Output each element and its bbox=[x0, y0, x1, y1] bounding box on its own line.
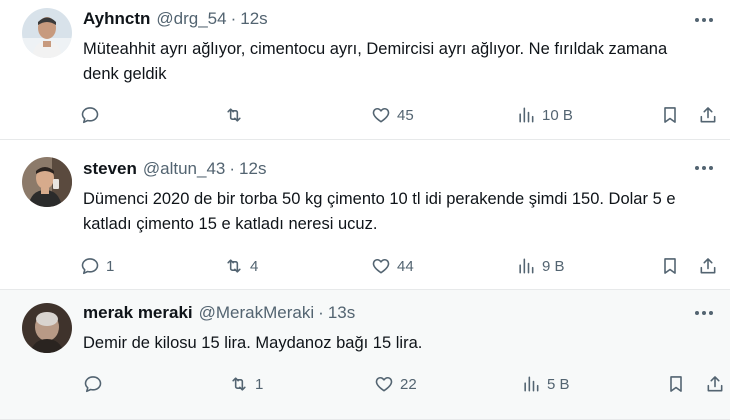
tweet[interactable]: merak meraki @MerakMeraki · 13s Demir de… bbox=[0, 290, 730, 420]
bookmark-button[interactable] bbox=[660, 102, 680, 128]
reply-button[interactable]: 1 bbox=[80, 253, 114, 279]
retweet-button[interactable] bbox=[224, 102, 250, 128]
more-horizontal-icon[interactable] bbox=[692, 303, 716, 323]
views-count: 5 B bbox=[547, 375, 570, 393]
views-count: 9 B bbox=[542, 257, 565, 275]
author-name[interactable]: steven bbox=[83, 159, 137, 179]
share-button[interactable] bbox=[698, 102, 718, 128]
share-button[interactable] bbox=[698, 253, 718, 279]
tweet-feed: Ayhnctn @drg_54 · 12s Müteahhit ayrı ağl… bbox=[0, 0, 730, 420]
more-horizontal-icon[interactable] bbox=[692, 10, 716, 30]
separator-dot: · bbox=[230, 9, 237, 28]
reply-button[interactable] bbox=[80, 102, 106, 128]
share-button[interactable] bbox=[705, 371, 725, 397]
tweet[interactable]: steven @altun_43 · 12s Dümenci 2020 de b… bbox=[0, 140, 730, 290]
views-chart-icon bbox=[524, 376, 539, 392]
avatar[interactable] bbox=[22, 303, 72, 353]
author-handle[interactable]: @drg_54 bbox=[156, 9, 226, 29]
bookmark-button[interactable] bbox=[660, 253, 680, 279]
timestamp[interactable]: 13s bbox=[328, 303, 355, 323]
retweet-button[interactable]: 1 bbox=[229, 371, 263, 397]
views-button[interactable]: 9 B bbox=[516, 253, 565, 279]
heart-icon bbox=[372, 258, 390, 274]
retweet-count: 4 bbox=[250, 257, 259, 275]
views-button[interactable]: 10 B bbox=[516, 102, 573, 128]
avatar[interactable] bbox=[22, 8, 72, 58]
more-horizontal-icon[interactable] bbox=[692, 158, 716, 178]
share-icon bbox=[700, 107, 716, 123]
views-button[interactable]: 5 B bbox=[521, 371, 570, 397]
avatar[interactable] bbox=[22, 157, 72, 207]
like-count: 22 bbox=[400, 375, 417, 393]
views-chart-icon bbox=[519, 258, 534, 274]
reply-count: 1 bbox=[106, 257, 115, 275]
tweet-header: merak meraki @MerakMeraki · 13s bbox=[83, 301, 355, 325]
retweet-icon bbox=[232, 377, 246, 391]
heart-icon bbox=[375, 376, 393, 392]
author-handle[interactable]: @altun_43 bbox=[143, 159, 226, 179]
action-bar: 1 22 5 B bbox=[0, 371, 730, 397]
like-count: 44 bbox=[397, 257, 414, 275]
reply-button[interactable] bbox=[83, 371, 109, 397]
tweet-text: Dümenci 2020 de bir torba 50 kg çimento … bbox=[83, 190, 676, 233]
reply-icon bbox=[81, 258, 99, 275]
reply-icon bbox=[84, 376, 102, 393]
views-count: 10 B bbox=[542, 106, 573, 124]
reply-icon bbox=[81, 107, 99, 124]
timestamp[interactable]: 12s bbox=[239, 159, 266, 179]
retweet-button[interactable]: 4 bbox=[224, 253, 258, 279]
retweet-icon bbox=[227, 259, 241, 273]
action-bar: 1 4 44 9 B bbox=[0, 253, 730, 279]
share-icon bbox=[700, 258, 716, 274]
like-count: 45 bbox=[397, 106, 414, 124]
tweet[interactable]: Ayhnctn @drg_54 · 12s Müteahhit ayrı ağl… bbox=[0, 0, 730, 140]
separator-dot: · bbox=[229, 159, 236, 178]
tweet-header: Ayhnctn @drg_54 · 12s bbox=[83, 7, 268, 31]
like-button[interactable]: 22 bbox=[374, 371, 417, 397]
bookmark-icon bbox=[664, 258, 676, 274]
tweet-header: steven @altun_43 · 12s bbox=[83, 157, 266, 181]
retweet-count: 1 bbox=[255, 375, 264, 393]
like-button[interactable]: 45 bbox=[371, 102, 414, 128]
bookmark-icon bbox=[664, 107, 676, 123]
author-name[interactable]: merak meraki bbox=[83, 303, 193, 323]
author-handle[interactable]: @MerakMeraki bbox=[199, 303, 315, 323]
retweet-icon bbox=[227, 108, 241, 122]
author-name[interactable]: Ayhnctn bbox=[83, 9, 150, 29]
share-icon bbox=[707, 376, 723, 392]
heart-icon bbox=[372, 107, 390, 123]
tweet-text: Müteahhit ayrı ağlıyor, cimentocu ayrı, … bbox=[83, 40, 668, 83]
views-chart-icon bbox=[519, 107, 534, 123]
tweet-text: Demir de kilosu 15 lira. Maydanoz bağı 1… bbox=[83, 334, 423, 352]
separator-dot: · bbox=[318, 303, 324, 322]
action-bar: 45 10 B bbox=[0, 102, 730, 128]
bookmark-button[interactable] bbox=[666, 371, 686, 397]
bookmark-icon bbox=[670, 376, 682, 392]
timestamp[interactable]: 12s bbox=[240, 9, 267, 29]
like-button[interactable]: 44 bbox=[371, 253, 414, 279]
